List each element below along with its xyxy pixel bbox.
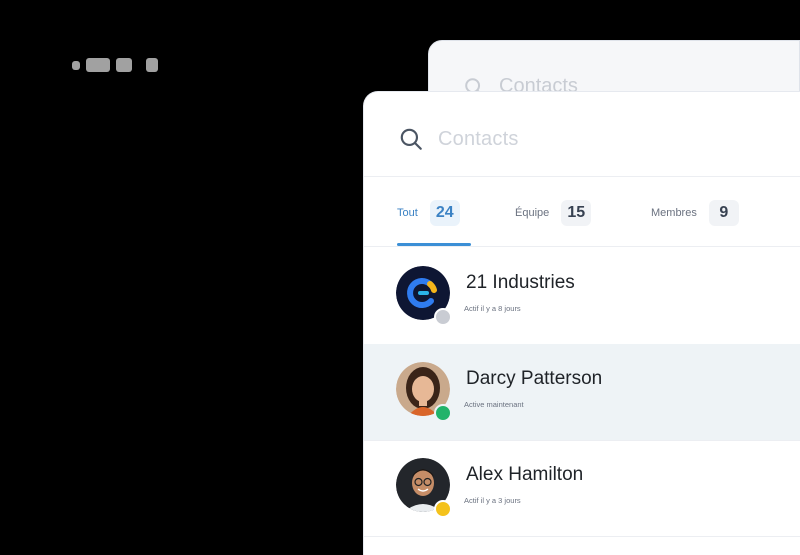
tab-label: Équipe <box>515 207 550 219</box>
tab-tout[interactable]: Tout 24 <box>397 200 460 226</box>
contacts-panel: Contacts Tout 24 Équipe 15 Membres 9 21 … <box>364 92 800 555</box>
contact-activity-status: Active maintenant <box>464 400 524 409</box>
tab-label: Membres <box>651 207 697 219</box>
signal-icon <box>72 60 80 70</box>
presence-online-indicator <box>434 404 452 422</box>
contact-name: Darcy Patterson <box>466 368 603 389</box>
search-bar[interactable]: Contacts <box>398 126 519 152</box>
contact-row-21-industries[interactable]: 21 Industries Actif il y a 8 jours <box>364 248 800 345</box>
tab-count-badge: 15 <box>561 200 592 226</box>
status-bar-indicators <box>72 58 158 72</box>
contact-row-alex-hamilton[interactable]: Alex Hamilton Actif il y a 3 jours <box>364 440 800 537</box>
battery-icon <box>116 58 132 72</box>
divider <box>364 246 800 247</box>
tab-label: Tout <box>397 207 418 219</box>
tab-membres[interactable]: Membres 9 <box>651 200 739 226</box>
divider <box>364 176 800 177</box>
presence-offline-indicator <box>434 308 452 326</box>
battery-tip-icon <box>146 58 158 72</box>
search-icon[interactable] <box>398 126 424 152</box>
presence-away-indicator <box>434 500 452 518</box>
tab-equipe[interactable]: Équipe 15 <box>515 200 592 226</box>
tab-count-badge: 24 <box>429 200 460 226</box>
contact-row-darcy-patterson[interactable]: Darcy Patterson Active maintenant <box>364 344 800 441</box>
tab-count-badge: 9 <box>708 200 739 226</box>
wifi-icon <box>86 58 110 72</box>
contact-name: Alex Hamilton <box>466 464 584 485</box>
search-input[interactable]: Contacts <box>438 128 519 151</box>
contact-activity-status: Actif il y a 3 jours <box>464 496 521 505</box>
contact-activity-status: Actif il y a 8 jours <box>464 304 521 313</box>
contact-name: 21 Industries <box>466 272 575 293</box>
